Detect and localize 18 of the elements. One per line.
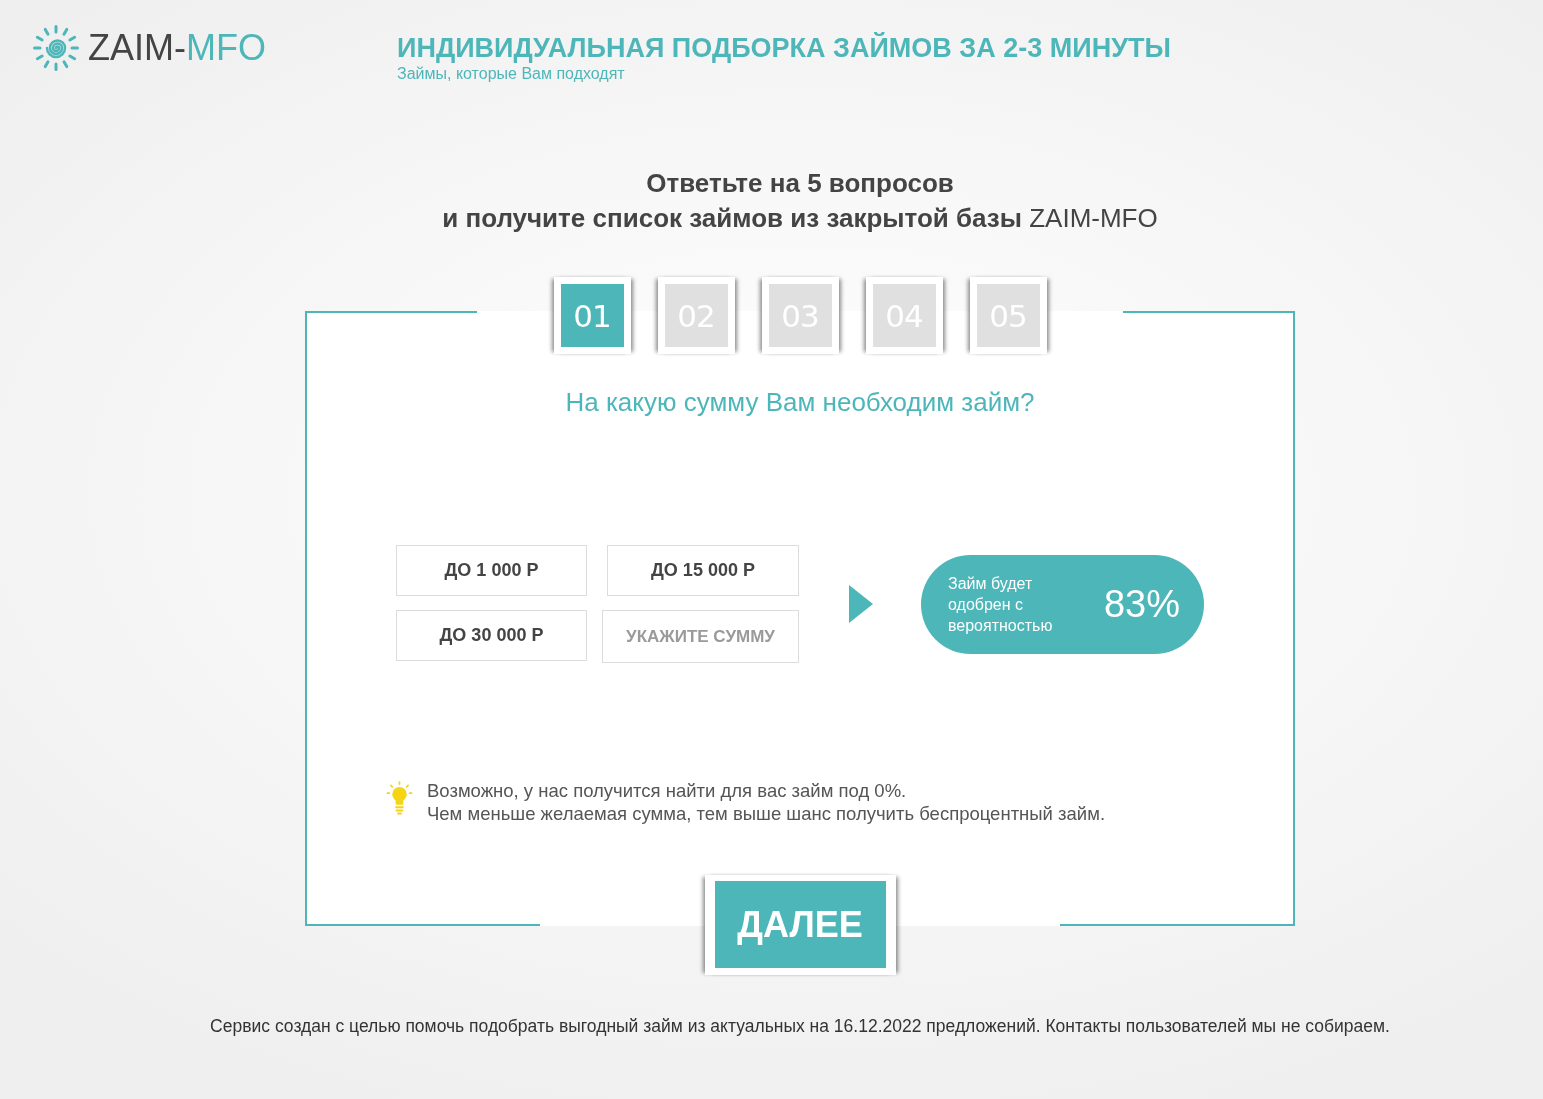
amount-option[interactable]: ДО 15 000 Р xyxy=(607,545,799,596)
approval-percent: 83% xyxy=(1103,582,1180,626)
question-text: На какую сумму Вам необходим займ? xyxy=(564,387,1036,417)
intro-title: Ответьте на 5 вопросов xyxy=(646,167,954,200)
spiral-sun-icon xyxy=(32,24,80,72)
triangle-right-icon xyxy=(849,585,873,623)
site-subtitle: Займы, которые Вам подходят xyxy=(397,64,625,84)
intro-subtitle: и получите список займов из закрытой базы ZAIM-MFO xyxy=(442,202,1158,235)
site-title: ИНДИВИДУАЛЬНАЯ ПОДБОРКА ЗАЙМОВ ЗА 2-3 МИНУТЫ xyxy=(397,32,1171,64)
hint-text: Чем меньше желаемая сумма, тем выше шанс получить беспроцентный займ. xyxy=(427,802,1106,825)
footer-note: Сервис создан с целью помочь подобрать выгодный займ из актуальных на 16.12.2022 предложений. Контакты пользователей мы не собираем. xyxy=(210,1016,1390,1036)
amount-input[interactable]: УКАЖИТЕ СУММУ xyxy=(602,610,799,663)
lightbulb-icon xyxy=(386,780,413,817)
amount-option[interactable]: ДО 1 000 Р xyxy=(396,545,587,596)
logo-wordmark: ZAIM-MFO xyxy=(88,26,266,70)
hint-text: Возможно, у нас получится найти для вас займ под 0%. xyxy=(427,779,908,802)
approval-label: Займ будет одобрен с вероятностью xyxy=(948,573,1054,636)
amount-option[interactable]: ДО 30 000 Р xyxy=(396,610,587,661)
